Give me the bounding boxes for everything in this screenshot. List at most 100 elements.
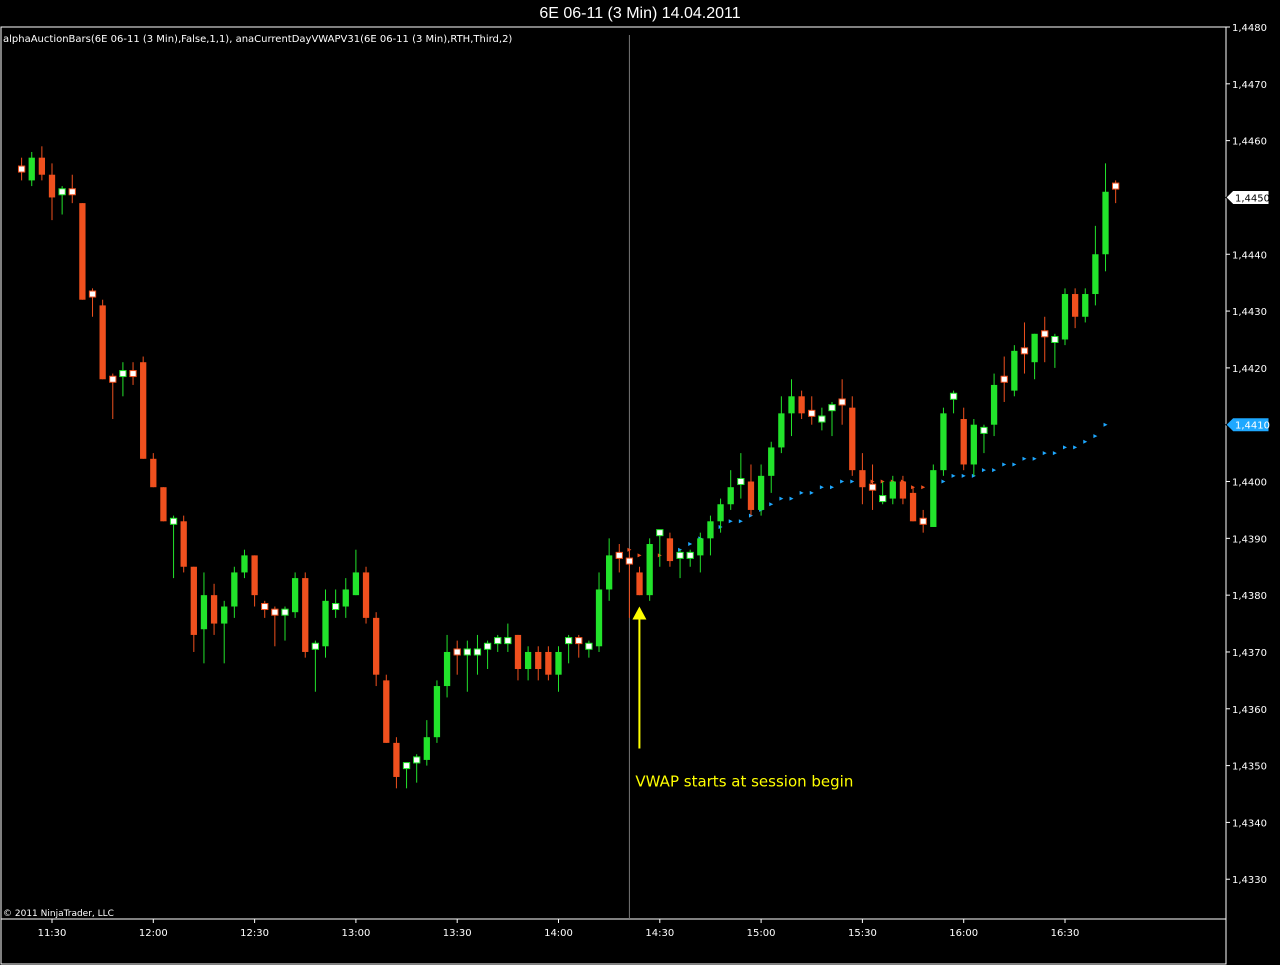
candle: [504, 623, 512, 652]
candle-body: [271, 608, 279, 616]
candle-body: [291, 578, 299, 613]
candle-body: [1092, 254, 1099, 295]
candle-body: [1011, 350, 1018, 391]
candle-body: [808, 409, 816, 417]
candle-body: [625, 557, 634, 565]
candle: [656, 529, 664, 567]
candle-body: [930, 470, 937, 527]
candle-body: [676, 551, 684, 559]
candle: [625, 549, 634, 618]
time-tick-label: 11:30: [38, 928, 67, 939]
candle-body: [656, 529, 664, 537]
candle-body: [473, 648, 482, 656]
candle: [302, 572, 309, 658]
vwap-marker: [688, 542, 693, 547]
vwap-marker: [789, 496, 794, 501]
vwap-marker: [992, 468, 997, 473]
candle: [28, 151, 35, 187]
candle: [676, 549, 684, 579]
candle: [514, 634, 522, 681]
candle: [737, 453, 745, 499]
candle-body: [1051, 335, 1059, 343]
candle: [88, 288, 97, 317]
vwap-marker: [779, 496, 784, 501]
candle: [899, 475, 907, 505]
candle: [68, 174, 76, 204]
candle-body: [1000, 375, 1008, 383]
candle-body: [352, 572, 360, 596]
candle: [636, 566, 643, 596]
candle-body: [768, 447, 775, 476]
candle: [1102, 163, 1109, 272]
candle: [129, 362, 137, 385]
candle: [311, 640, 320, 692]
time-tick-label: 14:00: [544, 928, 573, 939]
candle-body: [919, 517, 927, 525]
vwap-marker: [809, 490, 814, 495]
candle-body: [1112, 182, 1120, 190]
candle: [393, 737, 400, 789]
candle: [402, 762, 411, 789]
candle-body: [231, 572, 238, 607]
candle: [868, 464, 877, 510]
vwap-marker: [819, 485, 824, 490]
candle-body: [160, 487, 167, 522]
candle: [606, 538, 613, 601]
vwap-marker: [951, 473, 956, 478]
candle-body: [180, 521, 187, 567]
candle: [788, 379, 795, 437]
candle: [768, 441, 775, 493]
candle: [109, 373, 117, 420]
candle: [119, 362, 127, 397]
candle: [241, 549, 248, 579]
candle: [980, 424, 988, 454]
candle-body: [940, 413, 947, 471]
candle: [331, 589, 340, 618]
price-tick-label: 1,4480: [1232, 23, 1267, 34]
price-tick-label: 1,4370: [1232, 648, 1267, 659]
candle-body: [949, 392, 958, 400]
plot-border: [0, 26, 1227, 920]
candle: [615, 544, 623, 573]
chart-window: 6E 06-11 (3 Min) 14.04.2011 1,4330 1,4340…: [0, 0, 1280, 965]
candle-body: [38, 157, 46, 175]
vwap-marker: [830, 485, 835, 490]
candle: [140, 356, 147, 459]
candle: [859, 453, 866, 505]
candle-body: [402, 762, 411, 770]
candle-body: [322, 600, 329, 647]
candle-body: [545, 651, 552, 675]
candle: [909, 487, 917, 522]
vwap-marker: [1022, 456, 1027, 461]
candle-body: [615, 551, 623, 559]
candle-body: [535, 651, 542, 670]
candle: [1020, 322, 1029, 374]
vwap-marker: [850, 479, 855, 484]
candle: [646, 538, 653, 601]
candle-body: [251, 555, 258, 596]
candle-body: [798, 396, 805, 414]
candle: [494, 634, 502, 652]
candle-body: [717, 504, 724, 522]
candle: [200, 572, 208, 664]
candle-body: [575, 637, 583, 645]
candle-body: [666, 538, 674, 562]
time-axis[interactable]: 11:30 12:00 12:30 13:00 13:30 14:00 14:30 15:00…: [38, 919, 1080, 939]
price-tick-label: 1,4350: [1232, 762, 1267, 773]
vwap-marker: [1012, 462, 1017, 467]
candle: [879, 481, 887, 505]
candle: [707, 515, 714, 556]
vwap-marker: [1042, 451, 1047, 456]
candle-body: [28, 157, 35, 181]
candle: [180, 515, 187, 573]
price-tick-label: 1,4440: [1232, 250, 1267, 261]
price-axis[interactable]: 1,4330 1,4340 1,4350 1,4360 1,4370 1,4380 1,43…: [1226, 23, 1267, 886]
candle-body: [58, 188, 66, 196]
price-chart[interactable]: 1,4330 1,4340 1,4350 1,4360 1,4370 1,4380 1,43…: [0, 0, 1280, 965]
vwap-marker: [1002, 462, 1007, 467]
candle-body: [980, 426, 988, 434]
candle: [48, 163, 56, 221]
candle-body: [453, 648, 461, 656]
candle-body: [909, 492, 917, 522]
candle-body: [524, 651, 532, 670]
